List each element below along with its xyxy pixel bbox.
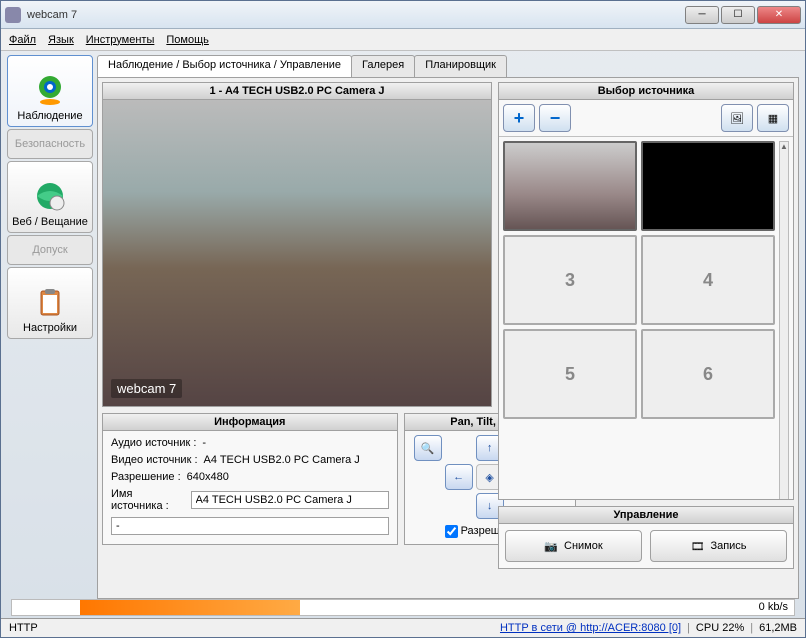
source-slot-1[interactable] — [503, 141, 637, 231]
nav-settings-label: Настройки — [23, 322, 77, 334]
nav-settings[interactable]: Настройки — [7, 267, 93, 339]
source-slot-3[interactable]: 3 — [503, 235, 637, 325]
ptz-zoom-out-button[interactable]: 🔍 — [414, 435, 442, 461]
maximize-button[interactable]: ☐ — [721, 6, 755, 24]
source-image-button[interactable]: 🖼 — [721, 104, 753, 132]
menu-help[interactable]: Помощь — [166, 34, 209, 46]
film-icon: 🎞 — [690, 540, 704, 553]
tab-scheduler[interactable]: Планировщик — [414, 55, 507, 77]
menubar: Файл Язык Инструменты Помощь — [1, 29, 805, 51]
video-preview[interactable]: webcam 7 — [103, 100, 491, 406]
minimize-button[interactable]: ─ — [685, 6, 719, 24]
nav-access-label: Допуск — [32, 244, 67, 256]
source-name-input[interactable] — [191, 491, 389, 509]
status-cpu: CPU 22% — [696, 622, 744, 634]
source-extra-input[interactable] — [111, 517, 389, 535]
status-mem: 61,2MB — [759, 622, 797, 634]
info-video-value: A4 TECH USB2.0 PC Camera J — [204, 454, 360, 466]
remove-source-button[interactable]: − — [539, 104, 571, 132]
menu-language[interactable]: Язык — [48, 34, 74, 46]
info-audio-label: Аудио источник : — [111, 437, 196, 449]
close-button[interactable]: ✕ — [757, 6, 801, 24]
source-grid-button[interactable]: ▦ — [757, 104, 789, 132]
info-audio-value: - — [202, 437, 206, 449]
nav-web[interactable]: Веб / Вещание — [7, 161, 93, 233]
tab-gallery[interactable]: Галерея — [351, 55, 415, 77]
bandwidth-fill — [80, 600, 300, 615]
webcam-icon — [32, 72, 68, 108]
source-slot-5[interactable]: 5 — [503, 329, 637, 419]
info-video-label: Видео источник : — [111, 454, 198, 466]
snapshot-label: Снимок — [564, 540, 603, 552]
plus-icon: + — [514, 108, 525, 129]
statusbar: HTTP HTTP в сети @ http://ACER:8080 [0] … — [1, 618, 805, 637]
nav-web-label: Веб / Вещание — [12, 216, 88, 228]
bandwidth-bar: 0 kb/s — [11, 599, 795, 616]
video-title: 1 - A4 TECH USB2.0 PC Camera J — [103, 83, 491, 100]
arrow-left-icon: ← — [453, 471, 464, 483]
tab-strip: Наблюдение / Выбор источника / Управлени… — [97, 55, 799, 77]
info-name-label: Имя источника : — [111, 488, 185, 512]
ptz-enabled-checkbox[interactable] — [445, 525, 458, 538]
controls-header: Управление — [499, 507, 793, 524]
globe-icon — [32, 178, 68, 214]
image-icon: 🖼 — [730, 112, 744, 125]
nav-monitoring-label: Наблюдение — [17, 110, 82, 122]
window-title: webcam 7 — [27, 9, 683, 21]
video-watermark: webcam 7 — [111, 379, 182, 398]
source-scrollbar[interactable] — [779, 141, 789, 499]
source-slot-6[interactable]: 6 — [641, 329, 775, 419]
snapshot-button[interactable]: 📷 Снимок — [505, 530, 642, 562]
minus-icon: − — [550, 108, 561, 129]
status-link[interactable]: HTTP в сети @ http://ACER:8080 [0] — [500, 622, 681, 634]
source-slot-4[interactable]: 4 — [641, 235, 775, 325]
titlebar: webcam 7 ─ ☐ ✕ — [1, 1, 805, 29]
info-res-label: Разрешение : — [111, 471, 181, 483]
menu-file[interactable]: Файл — [9, 34, 36, 46]
arrow-up-icon: ↑ — [487, 442, 493, 454]
record-label: Запись — [710, 540, 746, 552]
ptz-left-button[interactable]: ← — [445, 464, 473, 490]
target-icon: ◈ — [485, 471, 493, 484]
zoom-out-icon: 🔍 — [421, 442, 435, 455]
info-res-value: 640x480 — [187, 471, 229, 483]
info-panel: Информация Аудио источник : - Видео исто… — [102, 413, 398, 545]
camera-icon: 📷 — [544, 540, 558, 553]
source-select-header: Выбор источника — [499, 83, 793, 100]
arrow-down-icon: ↓ — [487, 500, 493, 512]
nav-security-label: Безопасность — [15, 138, 85, 150]
record-button[interactable]: 🎞 Запись — [650, 530, 787, 562]
controls-panel: Управление 📷 Снимок 🎞 Запись — [498, 506, 794, 569]
grid-icon: ▦ — [768, 112, 778, 125]
nav-monitoring[interactable]: Наблюдение — [7, 55, 93, 127]
nav-security: Безопасность — [7, 129, 93, 159]
add-source-button[interactable]: + — [503, 104, 535, 132]
bandwidth-rate: 0 kb/s — [759, 601, 788, 613]
left-nav: Наблюдение Безопасность Веб / Вещание До… — [7, 55, 93, 599]
status-http: HTTP — [9, 622, 38, 634]
source-slot-2[interactable] — [641, 141, 775, 231]
source-select-panel: Выбор источника + − 🖼 ▦ — [498, 82, 794, 500]
nav-access: Допуск — [7, 235, 93, 265]
info-header: Информация — [103, 414, 397, 431]
app-icon — [5, 7, 21, 23]
video-panel: 1 - A4 TECH USB2.0 PC Camera J webcam 7 — [102, 82, 492, 407]
tab-main[interactable]: Наблюдение / Выбор источника / Управлени… — [97, 55, 352, 77]
menu-tools[interactable]: Инструменты — [86, 34, 155, 46]
clipboard-icon — [32, 284, 68, 320]
